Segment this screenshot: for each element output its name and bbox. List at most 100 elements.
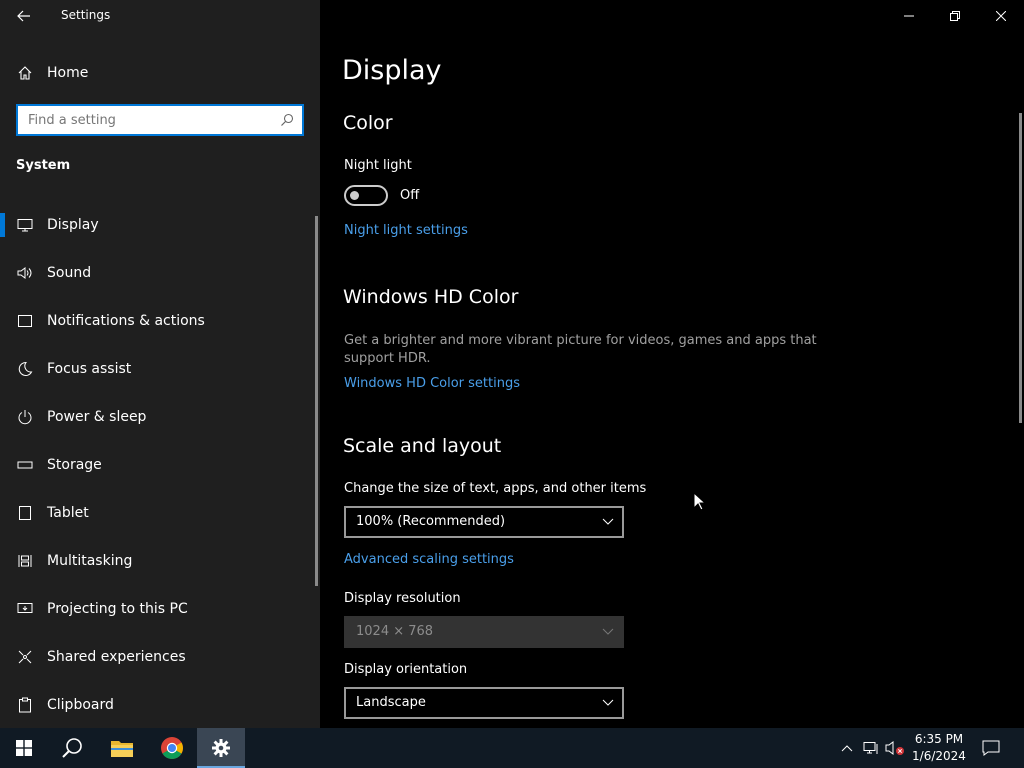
show-hidden-icons-button[interactable] <box>835 728 859 768</box>
back-button[interactable] <box>0 0 48 32</box>
scale-layout-heading: Scale and layout <box>343 435 502 457</box>
main-content: Display Color Night light Off Night ligh… <box>320 0 1024 728</box>
sidebar-item-home[interactable]: Home <box>0 53 312 93</box>
search-icon[interactable] <box>280 112 294 131</box>
color-heading: Color <box>343 112 393 134</box>
sidebar-item-multitasking[interactable]: Multitasking <box>0 541 312 581</box>
sidebar-item-label: Display <box>47 217 99 233</box>
scale-size-label: Change the size of text, apps, and other… <box>344 481 647 496</box>
shared-experiences-icon <box>16 648 34 666</box>
orientation-dropdown[interactable]: Landscape <box>344 687 624 719</box>
scale-dropdown[interactable]: 100% (Recommended) <box>344 506 624 538</box>
night-light-state: Off <box>400 188 420 203</box>
chevron-down-icon <box>602 628 614 635</box>
clipboard-icon <box>16 696 34 714</box>
sidebar-item-clipboard[interactable]: Clipboard <box>0 685 312 725</box>
hd-color-heading: Windows HD Color <box>343 286 519 308</box>
sidebar-item-label: Home <box>47 65 89 81</box>
sidebar-item-projecting[interactable]: Projecting to this PC <box>0 589 312 629</box>
resolution-label: Display resolution <box>344 591 461 606</box>
chevron-down-icon <box>602 699 614 706</box>
speaker-icon <box>16 264 34 282</box>
sidebar-item-shared-experiences[interactable]: Shared experiences <box>0 637 312 677</box>
sidebar-item-label: Shared experiences <box>47 649 186 665</box>
search-taskbar-button[interactable] <box>48 728 96 768</box>
speaker-muted-icon <box>885 741 904 755</box>
mouse-cursor-icon <box>693 492 705 511</box>
sidebar-item-label: Focus assist <box>47 361 132 377</box>
sidebar-item-label: Notifications & actions <box>47 313 205 329</box>
sidebar-item-label: Power & sleep <box>47 409 147 425</box>
clock-time: 6:35 PM <box>914 732 964 746</box>
chevron-down-icon <box>602 518 614 525</box>
sidebar-item-notifications[interactable]: Notifications & actions <box>0 301 312 341</box>
power-icon <box>16 408 34 426</box>
network-tray-button[interactable] <box>859 728 883 768</box>
minimize-button[interactable] <box>886 0 932 32</box>
search-icon <box>62 738 82 758</box>
sidebar-item-label: Storage <box>47 457 102 473</box>
moon-icon <box>16 360 34 378</box>
chrome-icon <box>161 737 183 759</box>
sidebar-item-focus-assist[interactable]: Focus assist <box>0 349 312 389</box>
night-light-settings-link[interactable]: Night light settings <box>344 223 468 238</box>
monitor-icon <box>16 216 34 234</box>
action-center-button[interactable] <box>968 728 1014 768</box>
resolution-dropdown: 1024 × 768 <box>344 616 624 648</box>
app-title: Settings <box>61 8 111 22</box>
chevron-up-icon <box>841 745 853 752</box>
clock-date: 1/6/2024 <box>912 749 966 763</box>
section-label: System <box>16 158 71 173</box>
sidebar-item-power-sleep[interactable]: Power & sleep <box>0 397 312 437</box>
sidebar-scrollbar[interactable] <box>315 216 318 586</box>
resolution-value: 1024 × 768 <box>356 624 434 639</box>
sidebar-item-storage[interactable]: Storage <box>0 445 312 485</box>
tablet-icon <box>16 504 34 522</box>
sidebar-item-label: Multitasking <box>47 553 133 569</box>
search-box[interactable] <box>16 104 304 136</box>
sidebar-item-label: Projecting to this PC <box>47 601 188 617</box>
page-title: Display <box>342 55 442 86</box>
sidebar-item-sound[interactable]: Sound <box>0 253 312 293</box>
network-icon <box>863 742 878 754</box>
windows-logo-icon <box>16 740 32 756</box>
hd-color-description-line2: support HDR. <box>344 351 431 366</box>
orientation-value: Landscape <box>356 695 426 710</box>
sidebar-item-display[interactable]: Display <box>0 205 312 245</box>
night-light-toggle[interactable] <box>344 185 388 206</box>
close-button[interactable] <box>978 0 1024 32</box>
chrome-button[interactable] <box>148 728 196 768</box>
volume-tray-button[interactable] <box>883 728 907 768</box>
close-icon <box>996 11 1006 21</box>
multitasking-icon <box>16 552 34 570</box>
toggle-knob <box>350 191 359 200</box>
sidebar-item-label: Sound <box>47 265 92 281</box>
hd-color-settings-link[interactable]: Windows HD Color settings <box>344 376 520 391</box>
hd-color-description-line1: Get a brighter and more vibrant picture … <box>344 333 817 348</box>
storage-icon <box>16 456 34 474</box>
sidebar-item-label: Tablet <box>47 505 89 521</box>
sidebar: Settings Home System Display Sound Notif… <box>0 0 320 728</box>
sidebar-item-label: Clipboard <box>47 697 114 713</box>
search-input[interactable] <box>18 106 278 134</box>
settings-taskbar-button[interactable] <box>197 728 245 768</box>
gear-icon <box>212 739 230 757</box>
restore-icon <box>950 11 960 21</box>
notification-icon <box>982 740 1000 756</box>
night-light-label: Night light <box>344 158 412 173</box>
home-icon <box>16 64 34 82</box>
start-button[interactable] <box>0 728 48 768</box>
advanced-scaling-link[interactable]: Advanced scaling settings <box>344 552 514 567</box>
minimize-icon <box>904 15 914 17</box>
scale-value: 100% (Recommended) <box>356 514 506 529</box>
taskbar: 6:35 PM 1/6/2024 <box>0 728 1024 768</box>
file-explorer-button[interactable] <box>98 728 146 768</box>
notification-icon <box>16 312 34 330</box>
projecting-icon <box>16 600 34 618</box>
back-arrow-icon <box>17 10 30 22</box>
sidebar-item-tablet[interactable]: Tablet <box>0 493 312 533</box>
taskbar-clock[interactable]: 6:35 PM 1/6/2024 <box>906 731 972 765</box>
main-scrollbar[interactable] <box>1019 113 1022 423</box>
orientation-label: Display orientation <box>344 662 468 677</box>
restore-button[interactable] <box>932 0 978 32</box>
